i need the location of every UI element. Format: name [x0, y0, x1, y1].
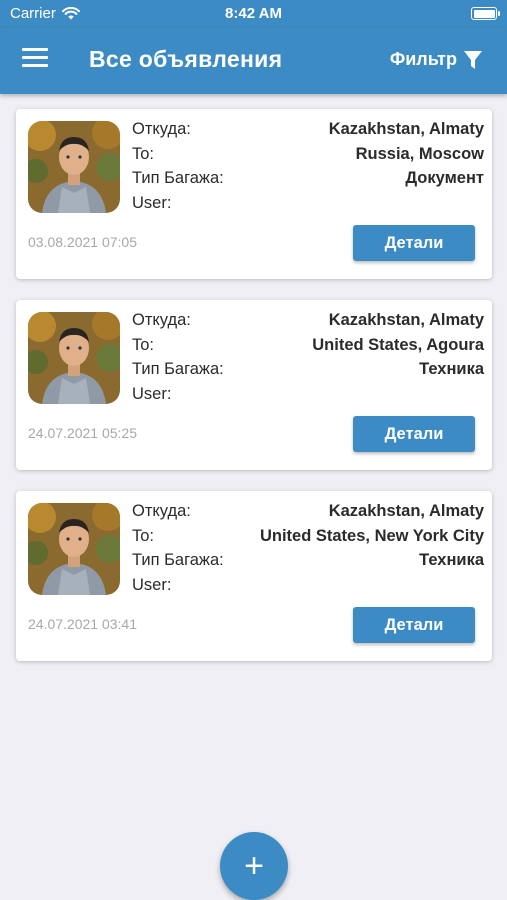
to-value: United States, Agoura — [312, 335, 484, 354]
listing-fields: Откуда: Kazakhstan, Almaty To: Russia, M… — [132, 120, 484, 218]
listing-card: Откуда: Kazakhstan, Almaty To: United St… — [16, 491, 492, 661]
luggage-type-row: Тип Багажа: Документ — [132, 169, 484, 194]
user-row: User: — [132, 576, 484, 601]
filter-button[interactable]: Фильтр — [390, 49, 483, 70]
to-label: To: — [132, 526, 155, 545]
status-bar: Carrier 8:42 AM — [0, 0, 507, 28]
to-value: United States, New York City — [259, 526, 484, 545]
listing-date: 03.08.2021 07:05 — [28, 234, 137, 250]
from-label: Откуда: — [132, 120, 191, 138]
listing-card: Откуда: Kazakhstan, Almaty To: Russia, M… — [16, 109, 492, 279]
avatar — [28, 503, 120, 595]
from-row: Откуда: Kazakhstan, Almaty — [132, 120, 484, 145]
to-row: To: United States, Agoura — [132, 336, 484, 361]
from-value: Kazakhstan, Almaty — [328, 502, 484, 520]
add-listing-button[interactable]: + — [220, 832, 288, 900]
listing-date: 24.07.2021 05:25 — [28, 425, 137, 441]
user-row: User: — [132, 385, 484, 410]
listing-fields: Откуда: Kazakhstan, Almaty To: United St… — [132, 502, 484, 600]
details-button[interactable]: Детали — [353, 225, 475, 261]
plus-icon: + — [244, 846, 264, 885]
from-label: Откуда: — [132, 311, 191, 329]
battery-icon — [471, 7, 500, 20]
luggage-type-value: Техника — [419, 551, 484, 569]
user-label: User: — [132, 575, 172, 594]
avatar — [28, 121, 120, 213]
listings-list: Откуда: Kazakhstan, Almaty To: Russia, M… — [16, 109, 492, 682]
to-label: To: — [132, 335, 155, 354]
listing-fields: Откуда: Kazakhstan, Almaty To: United St… — [132, 311, 484, 409]
filter-label: Фильтр — [389, 49, 457, 69]
page-title: Все объявления — [89, 46, 283, 72]
to-value: Russia, Moscow — [355, 144, 484, 163]
hamburger-menu-icon[interactable] — [22, 48, 48, 72]
luggage-type-label: Тип Багажа: — [132, 360, 224, 378]
avatar — [28, 312, 120, 404]
app-bar: Все объявления Фильтр — [0, 28, 507, 94]
luggage-type-row: Тип Багажа: Техника — [132, 551, 484, 576]
user-row: User: — [132, 194, 484, 219]
from-value: Kazakhstan, Almaty — [328, 311, 484, 329]
user-label: User: — [132, 193, 172, 212]
listing-date: 24.07.2021 03:41 — [28, 616, 137, 632]
from-value: Kazakhstan, Almaty — [328, 120, 484, 138]
to-label: To: — [132, 144, 155, 163]
details-button[interactable]: Детали — [353, 416, 475, 452]
details-button[interactable]: Детали — [353, 607, 475, 643]
to-row: To: United States, New York City — [132, 527, 484, 552]
to-row: To: Russia, Moscow — [132, 145, 484, 170]
user-label: User: — [132, 384, 172, 403]
luggage-type-value: Техника — [419, 360, 484, 378]
luggage-type-label: Тип Багажа: — [132, 169, 224, 187]
from-label: Откуда: — [132, 502, 191, 520]
listing-card: Откуда: Kazakhstan, Almaty To: United St… — [16, 300, 492, 470]
luggage-type-row: Тип Багажа: Техника — [132, 360, 484, 385]
from-row: Откуда: Kazakhstan, Almaty — [132, 502, 484, 527]
luggage-type-label: Тип Багажа: — [132, 551, 224, 569]
from-row: Откуда: Kazakhstan, Almaty — [132, 311, 484, 336]
status-time: 8:42 AM — [225, 5, 282, 22]
luggage-type-value: Документ — [405, 169, 484, 187]
funnel-icon — [464, 50, 482, 69]
